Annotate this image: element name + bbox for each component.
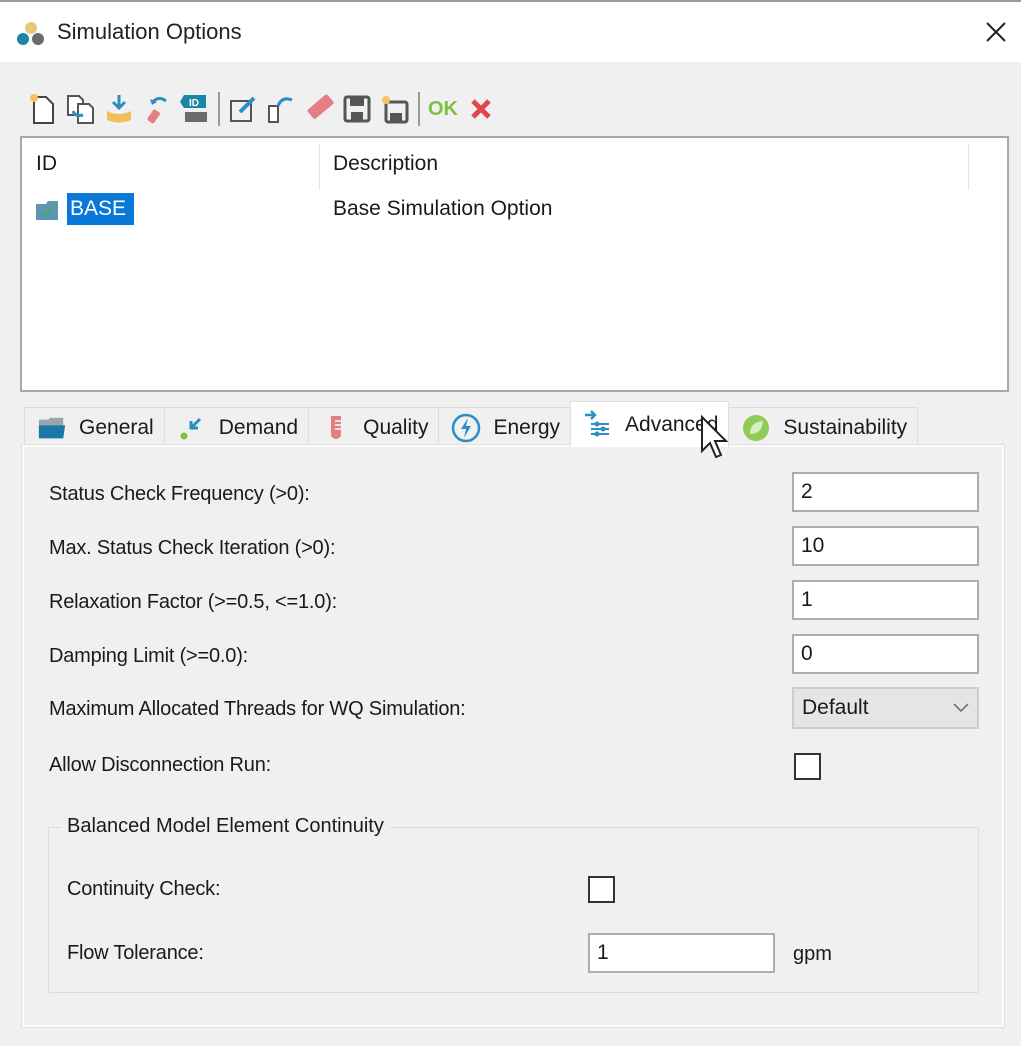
tab-label: Energy xyxy=(493,415,561,439)
column-header-description[interactable]: Description xyxy=(333,152,438,176)
revert-button[interactable] xyxy=(262,89,300,129)
tab-strip: General Demand Quality Energy Advanced S… xyxy=(24,401,919,447)
max-threads-select[interactable]: Default xyxy=(792,687,979,729)
tab-label: General xyxy=(79,415,154,439)
save-as-button[interactable] xyxy=(376,89,414,129)
window-title: Simulation Options xyxy=(57,19,242,44)
delete-button[interactable] xyxy=(300,89,338,129)
revert-icon xyxy=(268,97,293,123)
list-row[interactable]: BASE Base Simulation Option xyxy=(32,192,992,226)
simulation-options-list[interactable]: ID Description BASE Base Simulation Opti… xyxy=(20,136,1009,392)
column-divider[interactable] xyxy=(319,144,320,190)
edit-icon xyxy=(230,96,256,122)
energy-bolt-icon xyxy=(452,413,481,442)
title-bar: Simulation Options xyxy=(0,0,1021,62)
import-button[interactable] xyxy=(100,89,138,129)
tab-sustainability[interactable]: Sustainability xyxy=(728,407,919,447)
tab-quality[interactable]: Quality xyxy=(308,407,440,447)
tab-energy[interactable]: Energy xyxy=(438,407,572,447)
duplicate-icon xyxy=(67,95,94,124)
flow-tolerance-unit: gpm xyxy=(793,943,832,965)
eraser-icon xyxy=(307,94,334,119)
cancel-button[interactable] xyxy=(462,89,500,129)
status-check-frequency-input[interactable] xyxy=(792,472,979,512)
max-status-check-iteration-label: Max. Status Check Iteration (>0): xyxy=(49,537,336,559)
svg-text:ID: ID xyxy=(189,98,199,109)
duplicate-button[interactable] xyxy=(62,89,100,129)
flow-tolerance-input[interactable] xyxy=(588,933,775,973)
allow-disconnection-run-label: Allow Disconnection Run: xyxy=(49,754,271,776)
advanced-tab-panel: Status Check Frequency (>0): Max. Status… xyxy=(22,445,1004,1027)
import-icon xyxy=(107,95,131,123)
continuity-check-label: Continuity Check: xyxy=(67,878,221,900)
advanced-sliders-icon xyxy=(585,409,610,436)
cancel-x-icon xyxy=(471,99,491,119)
flow-tolerance-label: Flow Tolerance: xyxy=(67,942,204,964)
id-label-button[interactable]: ID xyxy=(176,89,214,129)
undo-change-button[interactable] xyxy=(138,89,176,129)
app-logo-icon xyxy=(17,22,44,45)
status-check-frequency-label: Status Check Frequency (>0): xyxy=(49,483,310,505)
row-description: Base Simulation Option xyxy=(333,197,553,220)
tab-label: Quality xyxy=(363,415,429,439)
ok-button[interactable]: OK xyxy=(424,89,462,129)
continuity-group-title: Balanced Model Element Continuity xyxy=(61,815,390,838)
max-status-check-iteration-input[interactable] xyxy=(792,526,979,566)
test-tube-icon xyxy=(331,415,342,439)
toolbar-separator xyxy=(218,92,220,126)
max-threads-label: Maximum Allocated Threads for WQ Simulat… xyxy=(49,698,466,720)
column-divider[interactable] xyxy=(968,144,969,190)
save-as-icon xyxy=(382,96,409,124)
tab-demand[interactable]: Demand xyxy=(163,407,310,447)
folder-icon xyxy=(38,417,66,438)
edit-button[interactable] xyxy=(224,89,262,129)
new-button[interactable] xyxy=(24,89,62,129)
folder-check-icon xyxy=(36,201,58,220)
row-id: BASE xyxy=(67,193,135,225)
ok-label: OK xyxy=(428,97,458,120)
save-button[interactable] xyxy=(338,89,376,129)
demand-arrow-icon xyxy=(180,417,201,439)
continuity-groupbox: Balanced Model Element Continuity Contin… xyxy=(48,815,979,993)
leaf-icon xyxy=(743,414,770,441)
continuity-check-checkbox[interactable] xyxy=(588,876,615,903)
max-threads-value: Default xyxy=(802,696,869,719)
chevron-down-icon xyxy=(953,703,969,713)
damping-limit-input[interactable] xyxy=(792,634,979,674)
relaxation-factor-input[interactable] xyxy=(792,580,979,620)
mouse-cursor-icon xyxy=(701,415,728,459)
allow-disconnection-run-checkbox[interactable] xyxy=(794,753,821,780)
id-tag-icon: ID xyxy=(180,95,207,122)
column-header-id[interactable]: ID xyxy=(36,152,57,176)
list-header: ID Description xyxy=(22,138,1007,190)
close-icon xyxy=(986,22,1006,42)
relaxation-factor-label: Relaxation Factor (>=0.5, <=1.0): xyxy=(49,591,338,613)
new-document-icon xyxy=(30,94,54,124)
tab-general[interactable]: General xyxy=(24,407,165,447)
undo-erase-icon xyxy=(147,96,167,124)
close-button[interactable] xyxy=(971,4,1021,60)
tab-label: Sustainability xyxy=(783,415,908,439)
save-icon xyxy=(343,95,371,123)
tab-label: Demand xyxy=(218,415,299,439)
damping-limit-label: Damping Limit (>=0.0): xyxy=(49,645,249,667)
toolbar: ID OK xyxy=(24,88,500,130)
toolbar-separator xyxy=(418,92,420,126)
